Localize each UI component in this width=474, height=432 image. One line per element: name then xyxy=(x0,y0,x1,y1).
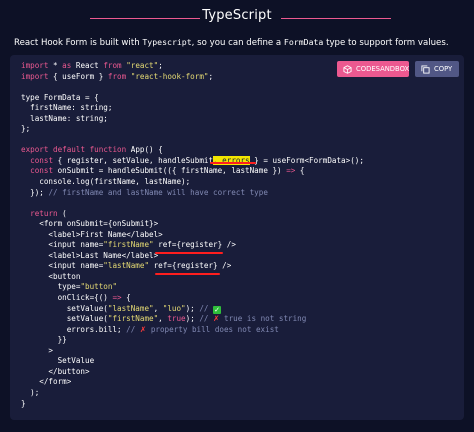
codesandbox-label: CODESANDBOX xyxy=(356,65,410,73)
code-block[interactable]: CODESANDBOX COPY import * as React from … xyxy=(10,55,464,420)
code-line-12: console.log(firstName, lastName); xyxy=(21,177,191,187)
code-line-25: setValue("firstName", true); // ✗ true i… xyxy=(21,314,307,324)
code-line-9: export default function App() { xyxy=(21,145,163,155)
code-line-18: <input name="firstName" ref={register} /… xyxy=(21,240,236,250)
copy-label: COPY xyxy=(434,65,453,73)
code-line-15: return ( xyxy=(30,208,67,218)
code-line-7: }; xyxy=(21,124,31,134)
code-line-17: <label>First Name</label> xyxy=(21,229,163,239)
code-line-20: <input name="lastName" ref={register} /> xyxy=(21,261,232,271)
code-line-32: ); xyxy=(21,387,40,397)
header-divider-right xyxy=(281,18,391,19)
intro-text-middle: , so you can define a xyxy=(191,38,284,48)
register-underline-first xyxy=(155,252,223,254)
intro-code-typescript: Typescript xyxy=(142,37,192,47)
code-line-29: SetValue xyxy=(21,356,95,366)
code-line-16: <form onSubmit={onSubmit}> xyxy=(21,219,159,229)
copy-button[interactable]: COPY xyxy=(415,61,459,77)
code-line-28: > xyxy=(21,345,54,355)
code-line-24: setValue("lastName", "luo"); // ✓ xyxy=(21,303,222,314)
intro-text-before: React Hook Form is built with xyxy=(14,38,143,48)
code-line-10: const { register, setValue, handleSubmit… xyxy=(30,155,364,165)
errors-underline xyxy=(210,162,256,164)
code-line-11: const onSubmit = handleSubmit(({ firstNa… xyxy=(30,166,305,176)
intro-paragraph: React Hook Form is built with Typescript… xyxy=(14,36,464,49)
code-line-22: type="button" xyxy=(21,282,118,292)
code-line-1: import * as React from "react"; xyxy=(21,61,163,70)
code-line-4: type FormData = { xyxy=(21,92,99,102)
section-header: TypeScript xyxy=(0,0,474,36)
register-underline-last xyxy=(155,273,220,275)
check-mark-icon: ✓ xyxy=(213,305,222,314)
code-line-23: onClick={() => { xyxy=(21,293,131,303)
copy-icon xyxy=(421,64,430,74)
code-line-30: </button> xyxy=(21,366,90,376)
code-line-31: </form> xyxy=(21,377,72,387)
code-listing: import * as React from "react"; import { … xyxy=(21,61,364,409)
code-line-26: errors.bill; // ✗ property bill does not… xyxy=(21,324,279,334)
intro-code-formdata: FormData xyxy=(283,37,324,47)
code-line-6: lastName: string; xyxy=(21,113,108,123)
code-line-2: import { useForm } from "react-hook-form… xyxy=(21,71,214,81)
section-title: TypeScript xyxy=(202,8,272,23)
code-line-5: firstName: string; xyxy=(21,103,113,113)
code-line-27: }} xyxy=(21,335,67,345)
code-line-33: } xyxy=(21,398,26,408)
intro-text-after: type to support form values. xyxy=(323,38,449,48)
code-line-13: }); // firstName and lastName will have … xyxy=(21,187,268,197)
